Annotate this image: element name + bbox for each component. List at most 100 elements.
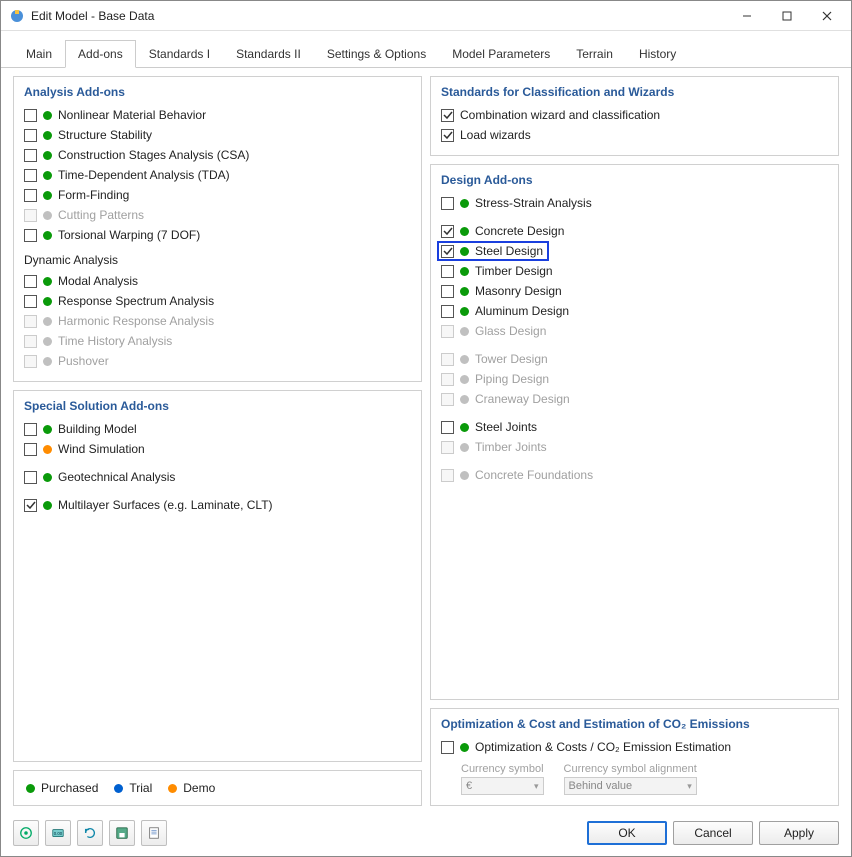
window-title: Edit Model - Base Data [31, 9, 727, 23]
status-dot [43, 171, 52, 180]
addon-steel-joints[interactable]: Steel Joints [441, 417, 828, 437]
addon-pushover: Pushover [24, 351, 411, 371]
addon-concrete-design[interactable]: Concrete Design [441, 221, 828, 241]
addon-wind-simulation[interactable]: Wind Simulation [24, 439, 411, 459]
checkbox[interactable] [24, 499, 37, 512]
status-dot [43, 501, 52, 510]
checkbox[interactable] [24, 169, 37, 182]
tab-standards-1[interactable]: Standards I [136, 40, 223, 68]
checkbox [441, 373, 454, 386]
tool-units-button[interactable]: 0.00 [45, 820, 71, 846]
option-label: Combination wizard and classification [460, 108, 660, 122]
checkbox[interactable] [24, 229, 37, 242]
svg-text:0.00: 0.00 [54, 831, 63, 836]
addon-aluminum-design[interactable]: Aluminum Design [441, 301, 828, 321]
addon-timber-design[interactable]: Timber Design [441, 261, 828, 281]
status-dot [460, 375, 469, 384]
addon-form-finding[interactable]: Form-Finding [24, 185, 411, 205]
status-dot [43, 317, 52, 326]
minimize-button[interactable] [727, 2, 767, 30]
checkbox[interactable] [24, 189, 37, 202]
tab-terrain[interactable]: Terrain [563, 40, 626, 68]
legend-purchased: Purchased [26, 781, 98, 795]
tab-standards-2[interactable]: Standards II [223, 40, 314, 68]
tool-report-button[interactable] [141, 820, 167, 846]
addon-multilayer-surfaces[interactable]: Multilayer Surfaces (e.g. Laminate, CLT) [24, 495, 411, 515]
checkbox[interactable] [441, 109, 454, 122]
currency-symbol-label: Currency symbol [461, 763, 544, 775]
close-button[interactable] [807, 2, 847, 30]
addon-nonlinear-material[interactable]: Nonlinear Material Behavior [24, 105, 411, 125]
cancel-button[interactable]: Cancel [673, 821, 753, 845]
panel-design-addons: Design Add-ons Stress-Strain Analysis Co… [430, 164, 839, 700]
addon-tda[interactable]: Time-Dependent Analysis (TDA) [24, 165, 411, 185]
checkbox[interactable] [441, 129, 454, 142]
option-load-wizards[interactable]: Load wizards [441, 125, 828, 145]
addon-masonry-design[interactable]: Masonry Design [441, 281, 828, 301]
status-dot [43, 231, 52, 240]
legend-trial: Trial [114, 781, 152, 795]
checkbox[interactable] [24, 423, 37, 436]
currency-alignment-select[interactable]: Behind value ▾ [564, 777, 697, 795]
checkbox[interactable] [441, 305, 454, 318]
tab-addons[interactable]: Add-ons [65, 40, 136, 68]
maximize-button[interactable] [767, 2, 807, 30]
right-column: Standards for Classification and Wizards… [430, 76, 839, 806]
tab-model-parameters[interactable]: Model Parameters [439, 40, 563, 68]
currency-symbol-select[interactable]: € ▾ [461, 777, 544, 795]
checkbox[interactable] [441, 225, 454, 238]
optimization-controls: Currency symbol € ▾ Currency symbol alig… [441, 763, 828, 795]
left-column: Analysis Add-ons Nonlinear Material Beha… [13, 76, 422, 806]
addon-modal-analysis[interactable]: Modal Analysis [24, 271, 411, 291]
addon-optimization-costs[interactable]: Optimization & Costs / CO₂ Emission Esti… [441, 737, 828, 757]
checkbox[interactable] [24, 109, 37, 122]
checkbox [441, 353, 454, 366]
addon-label: Timber Design [475, 264, 553, 278]
tool-save-button[interactable] [109, 820, 135, 846]
checkbox [24, 315, 37, 328]
panel-standards-wizards: Standards for Classification and Wizards… [430, 76, 839, 156]
checkbox[interactable] [24, 129, 37, 142]
addon-response-spectrum[interactable]: Response Spectrum Analysis [24, 291, 411, 311]
checkbox[interactable] [24, 295, 37, 308]
addon-piping-design: Piping Design [441, 369, 828, 389]
addon-steel-design[interactable]: Steel Design [437, 241, 549, 261]
tool-help-button[interactable] [13, 820, 39, 846]
addon-label: Concrete Foundations [475, 468, 593, 482]
checkbox [441, 325, 454, 338]
status-dot [460, 227, 469, 236]
checkbox[interactable] [24, 443, 37, 456]
addon-stress-strain[interactable]: Stress-Strain Analysis [441, 193, 828, 213]
panel-special-solution: Special Solution Add-ons Building Model … [13, 390, 422, 762]
status-dot [43, 445, 52, 454]
checkbox[interactable] [441, 197, 454, 210]
checkbox[interactable] [24, 275, 37, 288]
tab-main[interactable]: Main [13, 40, 65, 68]
apply-button[interactable]: Apply [759, 821, 839, 845]
checkbox[interactable] [24, 149, 37, 162]
legend-label: Trial [129, 781, 152, 795]
tab-settings-options[interactable]: Settings & Options [314, 40, 439, 68]
legend-label: Purchased [41, 781, 98, 795]
option-combination-wizard[interactable]: Combination wizard and classification [441, 105, 828, 125]
status-dot [43, 425, 52, 434]
tool-refresh-button[interactable] [77, 820, 103, 846]
checkbox[interactable] [24, 471, 37, 484]
status-dot [43, 297, 52, 306]
legend-label: Demo [183, 781, 215, 795]
addon-structure-stability[interactable]: Structure Stability [24, 125, 411, 145]
checkbox[interactable] [441, 265, 454, 278]
addon-construction-stages[interactable]: Construction Stages Analysis (CSA) [24, 145, 411, 165]
addon-building-model[interactable]: Building Model [24, 419, 411, 439]
ok-button[interactable]: OK [587, 821, 667, 845]
addon-torsional-warping[interactable]: Torsional Warping (7 DOF) [24, 225, 411, 245]
checkbox[interactable] [441, 245, 454, 258]
checkbox[interactable] [441, 285, 454, 298]
status-dot [460, 307, 469, 316]
panel-title: Standards for Classification and Wizards [441, 85, 828, 99]
checkbox [24, 355, 37, 368]
checkbox[interactable] [441, 741, 454, 754]
tab-history[interactable]: History [626, 40, 689, 68]
checkbox[interactable] [441, 421, 454, 434]
addon-geotechnical[interactable]: Geotechnical Analysis [24, 467, 411, 487]
